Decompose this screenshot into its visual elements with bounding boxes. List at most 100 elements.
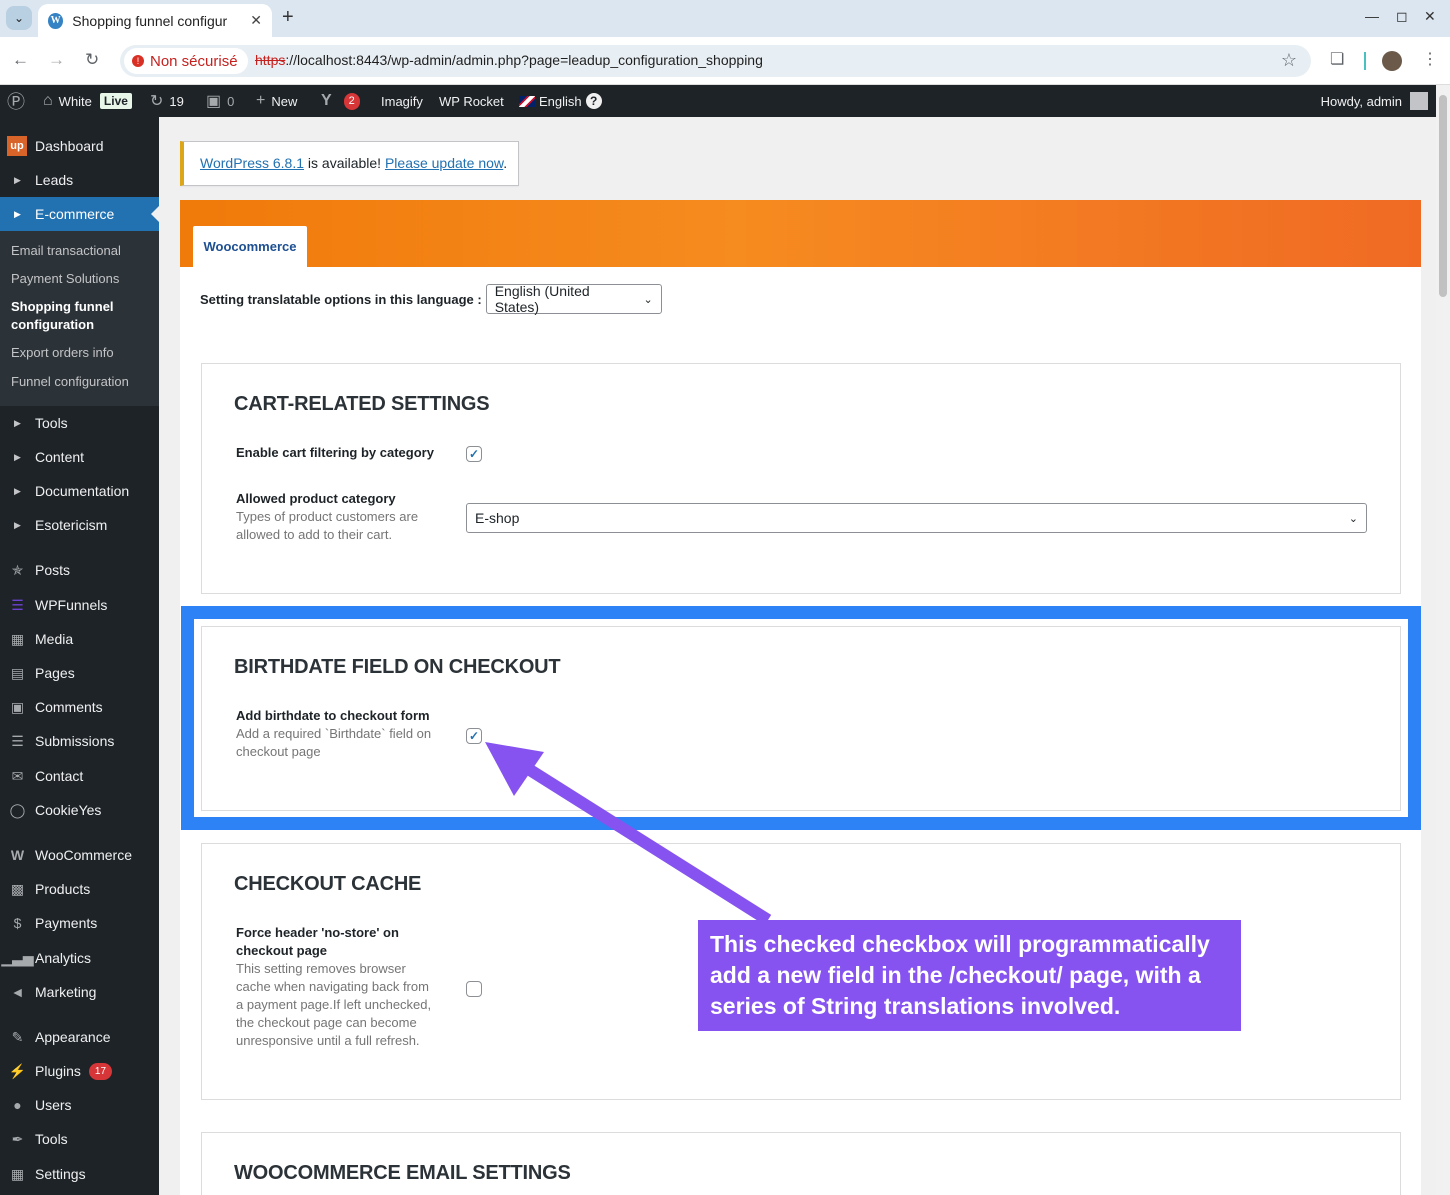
minimize-icon[interactable]: —	[1365, 8, 1379, 24]
sidebar-item-media[interactable]: ▦ Media	[0, 622, 159, 656]
comment-icon: ▣	[10, 698, 25, 715]
submenu-funnel-configuration[interactable]: Funnel configuration	[11, 373, 151, 391]
browser-toolbar: ← → ↻ ! Non sécurisé https://localhost:8…	[0, 37, 1450, 85]
url-text[interactable]: https://localhost:8443/wp-admin/admin.ph…	[255, 52, 763, 68]
wordpress-version-link[interactable]: WordPress 6.8.1	[200, 155, 304, 171]
database-icon: ☰	[11, 732, 24, 749]
sidebar-item-marketing[interactable]: ◄ Marketing	[0, 975, 159, 1009]
new-tab-button[interactable]: +	[282, 6, 294, 29]
cart-filter-checkbox[interactable]: ✓	[466, 446, 482, 462]
sidebar-item-plugins[interactable]: ⚡ Plugins 17	[0, 1054, 159, 1088]
live-badge: Live	[99, 93, 132, 109]
sidebar-item-documentation[interactable]: ▶ Documentation	[0, 474, 159, 508]
sidebar-item-analytics[interactable]: ▁▃▅ Analytics	[0, 941, 159, 975]
user-account-menu[interactable]: Howdy, admin	[1321, 85, 1428, 117]
sidebar-item-woocommerce[interactable]: W WooCommerce	[0, 838, 159, 872]
wordpress-favicon-icon: W	[48, 12, 64, 29]
window-close-icon[interactable]: ✕	[1424, 8, 1436, 25]
email-settings-section: WOOCOMMERCE EMAIL SETTINGS	[201, 1132, 1401, 1195]
sidebar-item-payments[interactable]: $ Payments	[0, 906, 159, 940]
sidebar-item-wpfunnels[interactable]: ☰ WPFunnels	[0, 588, 159, 622]
panel-header: Woocommerce	[180, 200, 1421, 267]
sidebar-item-users[interactable]: ● Users	[0, 1088, 159, 1122]
submenu-export-orders[interactable]: Export orders info	[11, 344, 151, 362]
sidebar-item-ecommerce[interactable]: ▶ E-commerce	[0, 197, 159, 231]
cookie-icon: ◯	[9, 801, 26, 818]
pages-icon: ▤	[10, 664, 25, 681]
home-icon: ⌂	[43, 92, 53, 109]
sidebar-item-dashboard[interactable]: up Dashboard	[0, 129, 159, 163]
media-icon: ▦	[10, 630, 25, 647]
submenu-shopping-funnel[interactable]: Shopping funnel configuration	[11, 298, 151, 334]
sidebar-item-tools-group[interactable]: ▶ Tools	[0, 406, 159, 440]
language-select[interactable]: English (United States) ⌄	[485, 283, 662, 315]
settings-icon: ▦	[10, 1165, 25, 1182]
maximize-icon[interactable]: ◻	[1396, 8, 1408, 25]
site-name-link[interactable]: ⌂ White Live	[43, 85, 132, 117]
close-tab-icon[interactable]: ✕	[250, 12, 262, 29]
language-label: Setting translatable options in this lan…	[200, 291, 482, 307]
forward-arrow-icon[interactable]: →	[48, 50, 65, 70]
arrow-right-icon: ▶	[14, 519, 21, 530]
browser-menu-icon[interactable]: ⋮	[1422, 49, 1438, 69]
payments-icon: $	[13, 915, 22, 931]
back-arrow-icon[interactable]: ←	[12, 50, 29, 70]
sidebar-item-content[interactable]: ▶ Content	[0, 440, 159, 474]
ecommerce-submenu: Email transactional Payment Solutions Sh…	[0, 231, 159, 406]
wrench-icon: ✒	[11, 1130, 24, 1147]
cart-filter-label: Enable cart filtering by category	[236, 445, 434, 460]
yoast-count-badge: 2	[343, 92, 360, 110]
comments-link[interactable]: ▣ 0	[206, 85, 234, 117]
arrow-right-icon: ▶	[14, 417, 21, 428]
security-chip[interactable]: ! Non sécurisé	[124, 48, 248, 74]
sidebar-item-cookieyes[interactable]: ◯ CookieYes	[0, 793, 159, 827]
category-label: Allowed product category	[236, 491, 396, 506]
megaphone-icon: ◄	[10, 984, 25, 1000]
sidebar-item-esotericism[interactable]: ▶ Esotericism	[0, 508, 159, 542]
sidebar-item-comments[interactable]: ▣ Comments	[0, 690, 159, 724]
submenu-email-transactional[interactable]: Email transactional	[11, 242, 151, 260]
yoast-link[interactable]: Y 2	[321, 85, 360, 117]
imagify-link[interactable]: Imagify	[381, 85, 423, 117]
wp-logo-icon[interactable]: Ⓟ	[7, 85, 31, 117]
browser-tab[interactable]: W Shopping funnel configur ✕	[38, 4, 272, 37]
tab-woocommerce[interactable]: Woocommerce	[193, 226, 307, 267]
submenu-payment-solutions[interactable]: Payment Solutions	[11, 270, 151, 288]
cache-checkbox[interactable]	[466, 981, 482, 997]
user-avatar	[1410, 92, 1428, 110]
profile-avatar[interactable]	[1382, 51, 1402, 71]
extensions-icon[interactable]: ❏	[1330, 49, 1344, 69]
wp-rocket-link[interactable]: WP Rocket	[439, 85, 504, 117]
bookmark-star-icon[interactable]: ☆	[1281, 50, 1297, 71]
sidebar-item-pages[interactable]: ▤ Pages	[0, 656, 159, 690]
sidebar-item-submissions[interactable]: ☰ Submissions	[0, 724, 159, 758]
scrollbar-thumb[interactable]	[1439, 95, 1447, 297]
updates-link[interactable]: ↻ 19	[150, 85, 184, 117]
security-label: Non sécurisé	[150, 52, 238, 70]
sidebar-item-appearance[interactable]: ✎ Appearance	[0, 1020, 159, 1054]
new-content-link[interactable]: + New	[256, 85, 297, 117]
update-now-link[interactable]: Please update now	[385, 155, 503, 171]
check-icon: ✓	[468, 447, 480, 461]
mail-icon: ✉	[11, 767, 24, 784]
sidebar-item-contact[interactable]: ✉ Contact	[0, 759, 159, 793]
category-select[interactable]: E-shop ⌄	[466, 503, 1367, 533]
sidebar-item-products[interactable]: ▩ Products	[0, 872, 159, 906]
sidebar-item-tools[interactable]: ✒ Tools	[0, 1122, 159, 1156]
sidebar-item-settings[interactable]: ▦ Settings	[0, 1157, 159, 1191]
annotation-callout: This checked checkbox will programmatica…	[698, 920, 1241, 1031]
language-switcher[interactable]: English ?	[519, 85, 602, 117]
tab-search-button[interactable]: ⌄	[6, 6, 32, 30]
sidebar-item-posts[interactable]: ✯ Posts	[0, 553, 159, 587]
page-scrollbar[interactable]	[1436, 85, 1450, 1195]
sidebar-item-leads[interactable]: ▶ Leads	[0, 163, 159, 197]
yoast-icon: Y	[321, 92, 332, 109]
address-bar[interactable]: ! Non sécurisé https://localhost:8443/wp…	[120, 45, 1311, 77]
updates-icon: ↻	[150, 93, 164, 110]
help-icon[interactable]: ?	[585, 93, 602, 109]
pin-icon: ✯	[11, 561, 24, 578]
plug-icon: ⚡	[8, 1062, 27, 1079]
admin-sidebar: up Dashboard ▶ Leads ▶ E-commerce Email …	[0, 117, 159, 1195]
update-notice: WordPress 6.8.1 is available! Please upd…	[180, 141, 519, 186]
reload-icon[interactable]: ↻	[85, 50, 99, 70]
